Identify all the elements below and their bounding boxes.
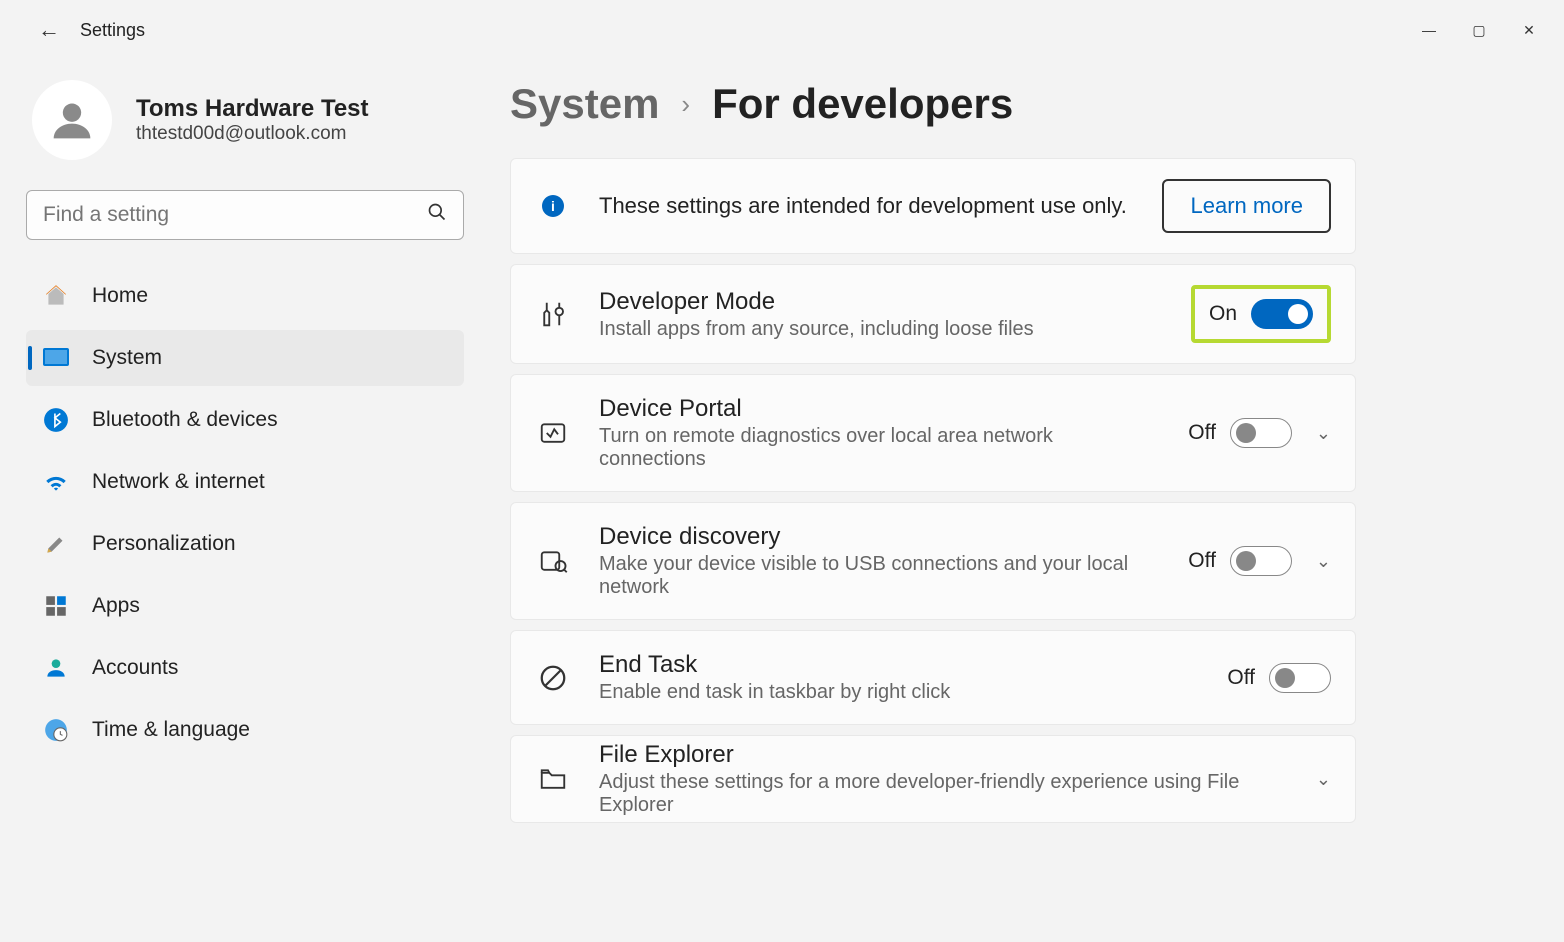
nav-item-home[interactable]: Home [26, 268, 464, 324]
setting-desc: Adjust these settings for a more develop… [599, 771, 1278, 817]
accounts-icon [42, 654, 70, 682]
setting-title: Device Portal [599, 395, 1160, 423]
nav-item-personalization[interactable]: Personalization [26, 516, 464, 572]
nav-list: Home System Bluetooth & devices Network … [26, 268, 470, 758]
clock-globe-icon [42, 716, 70, 744]
search-icon[interactable] [427, 202, 447, 228]
end-task-icon [535, 663, 571, 693]
setting-desc: Make your device visible to USB connecti… [599, 553, 1160, 599]
home-icon [42, 282, 70, 310]
nav-item-apps[interactable]: Apps [26, 578, 464, 634]
setting-title: Developer Mode [599, 288, 1163, 316]
developer-mode-toggle[interactable] [1251, 299, 1313, 329]
nav-item-label: Accounts [92, 656, 178, 680]
nav-item-label: System [92, 346, 162, 370]
minimize-button[interactable]: — [1419, 22, 1439, 39]
profile-name: Toms Hardware Test [136, 95, 369, 123]
file-explorer-icon [535, 764, 571, 794]
wifi-icon [42, 468, 70, 496]
brush-icon [42, 530, 70, 558]
apps-icon [42, 592, 70, 620]
setting-desc: Turn on remote diagnostics over local ar… [599, 425, 1160, 471]
setting-title: Device discovery [599, 523, 1160, 551]
setting-file-explorer[interactable]: File Explorer Adjust these settings for … [510, 735, 1356, 823]
bluetooth-icon [42, 406, 70, 434]
nav-item-label: Home [92, 284, 148, 308]
nav-item-network[interactable]: Network & internet [26, 454, 464, 510]
search-box[interactable] [26, 190, 464, 240]
setting-desc: Install apps from any source, including … [599, 318, 1163, 341]
app-title: Settings [80, 20, 145, 41]
nav-item-label: Time & language [92, 718, 250, 742]
breadcrumb-current: For developers [712, 80, 1013, 128]
info-text: These settings are intended for developm… [599, 193, 1134, 219]
chevron-down-icon[interactable]: ⌄ [1316, 423, 1331, 444]
toggle-state-label: Off [1188, 549, 1216, 573]
nav-item-time-language[interactable]: Time & language [26, 702, 464, 758]
setting-title: File Explorer [599, 741, 1278, 769]
highlight-box: On [1191, 285, 1331, 343]
toggle-state-label: Off [1227, 666, 1255, 690]
learn-more-button[interactable]: Learn more [1162, 179, 1331, 233]
avatar [32, 80, 112, 160]
setting-developer-mode[interactable]: Developer Mode Install apps from any sou… [510, 264, 1356, 364]
nav-item-label: Personalization [92, 532, 236, 556]
sidebar: Toms Hardware Test thtestd00d@outlook.co… [0, 60, 480, 942]
back-arrow-icon[interactable]: ← [38, 17, 60, 43]
breadcrumb-parent[interactable]: System [510, 80, 659, 128]
setting-end-task[interactable]: End Task Enable end task in taskbar by r… [510, 630, 1356, 725]
toggle-state-label: Off [1188, 421, 1216, 445]
device-portal-icon [535, 418, 571, 448]
setting-title: End Task [599, 651, 1199, 679]
maximize-button[interactable]: ▢ [1469, 22, 1489, 39]
end-task-toggle[interactable] [1269, 663, 1331, 693]
profile-block[interactable]: Toms Hardware Test thtestd00d@outlook.co… [26, 80, 470, 160]
chevron-down-icon[interactable]: ⌄ [1316, 551, 1331, 572]
setting-device-discovery[interactable]: Device discovery Make your device visibl… [510, 502, 1356, 620]
main-content: System › For developers i These settings… [480, 60, 1564, 942]
info-banner: i These settings are intended for develo… [510, 158, 1356, 254]
device-discovery-icon [535, 546, 571, 576]
nav-item-label: Apps [92, 594, 140, 618]
device-discovery-toggle[interactable] [1230, 546, 1292, 576]
setting-desc: Enable end task in taskbar by right clic… [599, 681, 1199, 704]
nav-item-label: Network & internet [92, 470, 265, 494]
profile-email: thtestd00d@outlook.com [136, 123, 369, 145]
toggle-state-label: On [1209, 302, 1237, 326]
nav-item-label: Bluetooth & devices [92, 408, 278, 432]
breadcrumb: System › For developers [510, 80, 1524, 128]
title-bar: ← Settings — ▢ ✕ [0, 0, 1564, 60]
nav-item-accounts[interactable]: Accounts [26, 640, 464, 696]
chevron-down-icon[interactable]: ⌄ [1316, 769, 1331, 790]
device-portal-toggle[interactable] [1230, 418, 1292, 448]
nav-item-bluetooth[interactable]: Bluetooth & devices [26, 392, 464, 448]
tools-icon [535, 299, 571, 329]
chevron-right-icon: › [681, 89, 690, 120]
info-icon: i [542, 195, 564, 217]
nav-item-system[interactable]: System [26, 330, 464, 386]
search-input[interactable] [43, 203, 427, 227]
system-icon [42, 344, 70, 372]
setting-device-portal[interactable]: Device Portal Turn on remote diagnostics… [510, 374, 1356, 492]
close-button[interactable]: ✕ [1519, 22, 1539, 39]
